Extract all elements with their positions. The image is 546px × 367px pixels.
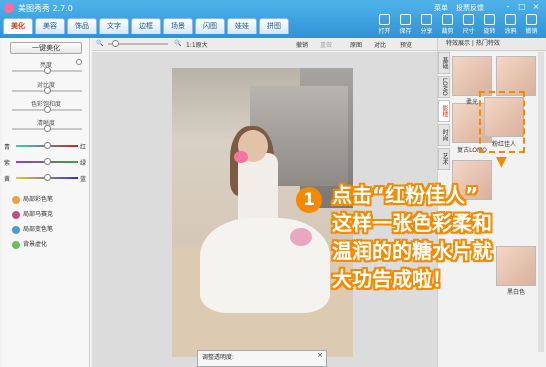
category-fashion[interactable]: 时尚 <box>438 124 450 146</box>
canvas-toolbar: 🔍 🔍 1:1原大 撤销 重做 原图 对比 预览 <box>92 38 437 51</box>
tab-text[interactable]: 文字 <box>99 18 129 34</box>
annotation-line-1: 点击“红粉佳人” <box>332 183 479 207</box>
resize-tool[interactable]: 尺寸 <box>460 14 477 35</box>
tab-accessories[interactable]: 饰品 <box>67 18 97 34</box>
resize-icon <box>463 14 474 25</box>
yellow-blue-slider[interactable] <box>16 174 78 181</box>
color-pen-icon <box>12 195 20 204</box>
annotation-line-3: 温润的的糖水片就 <box>332 239 492 263</box>
opacity-popup: 调整透明度: × <box>197 350 327 367</box>
folder-icon <box>379 14 390 25</box>
close-button[interactable]: × <box>530 2 542 12</box>
toolbar: 打开 保存 分享 裁剪 尺寸 旋转 涂鸦 撤销 <box>376 14 540 35</box>
zoom-knob[interactable] <box>112 40 119 47</box>
local-recolor-pen[interactable]: 局部变色笔 <box>12 224 53 234</box>
maximize-button[interactable]: □ <box>516 2 528 12</box>
actual-size-button[interactable]: 1:1原大 <box>186 40 208 49</box>
rotate-tool[interactable]: 旋转 <box>481 14 498 35</box>
share-tool[interactable]: 分享 <box>418 14 435 35</box>
tab-scene[interactable]: 场景 <box>163 18 193 34</box>
effects-header: 特效展示 | 热门特效 <box>438 38 546 51</box>
compare-button[interactable]: 对比 <box>374 40 386 49</box>
mosaic-icon <box>12 210 20 219</box>
background-blur[interactable]: 背景虚化 <box>12 239 47 249</box>
tab-collage[interactable]: 拼图 <box>259 18 289 34</box>
crop-icon <box>442 14 453 25</box>
purple-green-row: 紫 绿 <box>4 158 86 167</box>
undo-tool[interactable]: 撤销 <box>523 14 540 35</box>
minimize-button[interactable]: - <box>502 2 514 12</box>
preview-button[interactable]: 预览 <box>400 40 412 49</box>
category-art[interactable]: 艺术 <box>438 148 450 170</box>
slider-knob[interactable] <box>44 158 51 165</box>
slider-knob[interactable] <box>44 174 51 181</box>
selection-highlight <box>479 91 525 153</box>
tutorial-annotation: 1 点击“红粉佳人” 这样一张色彩柔和 温润的的糖水片就 大功告成啦！ <box>296 177 540 299</box>
local-mosaic[interactable]: 局部马赛克 <box>12 209 53 219</box>
arrow-down-icon: ▼ <box>496 154 507 170</box>
opacity-label: 调整透明度: <box>202 354 235 361</box>
opacity-close-button[interactable]: × <box>317 351 323 359</box>
annotation-line-2: 这样一张色彩柔和 <box>332 211 492 235</box>
save-tool[interactable]: 保存 <box>397 14 414 35</box>
effect-categories: 基础 LOMO 影楼 时尚 艺术 <box>438 52 451 172</box>
contrast-slider[interactable] <box>12 87 82 94</box>
original-button[interactable]: 原图 <box>350 40 362 49</box>
rotate-icon <box>484 14 495 25</box>
sharpness-slider[interactable] <box>12 125 82 132</box>
cyan-red-slider[interactable] <box>16 142 78 149</box>
zoom-out-icon[interactable]: 🔍 <box>96 40 103 47</box>
feedback-link[interactable]: 投票反馈 <box>456 3 484 13</box>
tab-frame[interactable]: 边框 <box>131 18 161 34</box>
share-icon <box>421 14 432 25</box>
cyan-red-row: 青 红 <box>4 142 86 151</box>
tab-flash[interactable]: 闪图 <box>195 18 225 34</box>
tab-doll[interactable]: 娃娃 <box>227 18 257 34</box>
undo-button[interactable]: 撤销 <box>296 40 308 49</box>
undo-icon <box>526 14 537 25</box>
yellow-blue-row: 黄 蓝 <box>4 174 86 183</box>
slider-knob[interactable] <box>44 67 51 74</box>
brush-icon <box>505 14 516 25</box>
doodle-tool[interactable]: 涂鸦 <box>502 14 519 35</box>
tab-beautify[interactable]: 美化 <box>3 18 33 34</box>
recolor-pen-icon <box>12 225 20 234</box>
annotation-line-4: 大功告成啦！ <box>332 267 452 291</box>
slider-knob[interactable] <box>44 142 51 149</box>
redo-button[interactable]: 重做 <box>320 40 332 49</box>
app-title: 美图秀秀 2.7.0 <box>18 4 73 13</box>
menu-link[interactable]: 菜单 <box>434 3 448 13</box>
purple-green-slider[interactable] <box>16 158 78 165</box>
top-links: 菜单 投票反馈 <box>434 3 484 13</box>
category-studio[interactable]: 影楼 <box>438 100 450 122</box>
app-logo-icon <box>4 3 14 13</box>
slider-knob[interactable] <box>44 125 51 132</box>
one-key-beautify-button[interactable]: 一键美化 <box>10 42 82 54</box>
zoom-slider[interactable] <box>108 40 168 47</box>
effect-thumb[interactable] <box>496 56 536 96</box>
slider-knob[interactable] <box>44 87 51 94</box>
tab-face[interactable]: 美容 <box>35 18 65 34</box>
main-tabs: 美化 美容 饰品 文字 边框 场景 闪图 娃娃 拼图 <box>3 18 289 34</box>
category-lomo[interactable]: LOMO <box>438 76 450 98</box>
adjust-panel: 一键美化 亮度 对比度 色彩饱和度 清晰度 青 红 紫 绿 黄 蓝 局部彩色笔 … <box>2 38 90 367</box>
blur-icon <box>12 240 20 249</box>
local-color-pen[interactable]: 局部彩色笔 <box>12 194 53 204</box>
save-icon <box>400 14 411 25</box>
crop-tool[interactable]: 裁剪 <box>439 14 456 35</box>
title-bar: 美图秀秀 2.7.0 菜单 投票反馈 - □ × 美化 美容 饰品 文字 边框 … <box>0 0 546 38</box>
category-basic[interactable]: 基础 <box>438 52 450 74</box>
window-controls: - □ × <box>502 2 542 12</box>
saturation-slider[interactable] <box>12 106 82 113</box>
effect-thumb[interactable] <box>452 56 492 96</box>
brightness-slider[interactable] <box>12 67 82 74</box>
step-number: 1 <box>296 187 322 213</box>
open-tool[interactable]: 打开 <box>376 14 393 35</box>
slider-knob[interactable] <box>44 106 51 113</box>
zoom-in-icon[interactable]: 🔍 <box>174 40 181 47</box>
